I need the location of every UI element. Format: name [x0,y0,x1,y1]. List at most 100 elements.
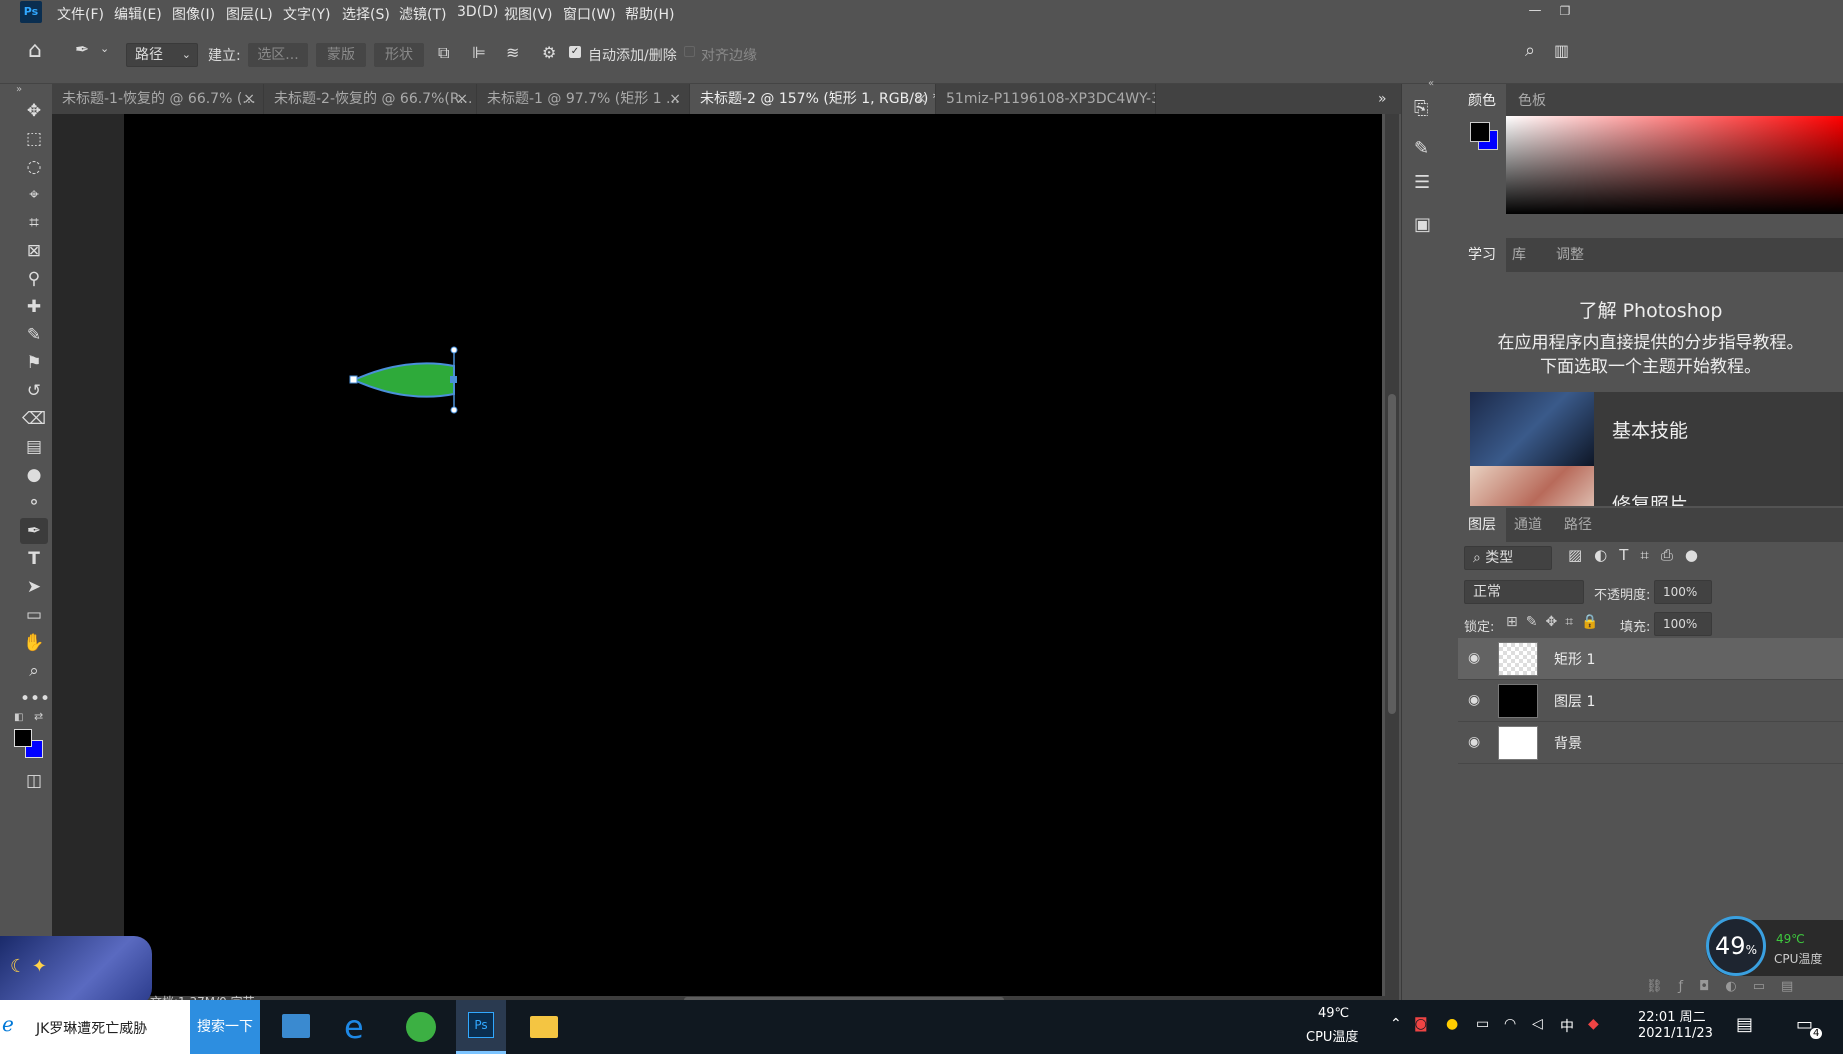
layers-footer-icons[interactable]: ⛓ƒ◘◐▭▤ [1646,979,1809,994]
close-icon[interactable]: × [915,84,927,114]
history-icon[interactable]: ⎘ [1414,98,1428,119]
brush-tool-icon[interactable]: ✎ [20,322,48,348]
home-icon[interactable]: ⌂ [28,38,42,63]
visibility-eye-icon[interactable]: ◉ [1468,734,1480,750]
quick-select-tool-icon[interactable]: ⌖ [20,182,48,208]
frame-tool-icon[interactable]: ⊠ [20,238,48,264]
pen-tool-icon[interactable]: ✒ [20,518,48,544]
battery-icon[interactable]: ▭ [1476,1016,1489,1032]
file-explorer-icon[interactable] [530,1016,558,1038]
menu-type[interactable]: 文字(Y) [283,4,330,24]
blur-tool-icon[interactable]: ● [20,462,48,488]
collapse-icon[interactable]: » [16,84,22,95]
tray-app-icon[interactable]: ● [1446,1016,1458,1032]
gradient-tool-icon[interactable]: ▤ [20,434,48,460]
menu-view[interactable]: 视图(V) [504,4,553,24]
lock-icons[interactable]: ⊞✎✥⌗🔒 [1506,614,1607,630]
rectangle-tool-icon[interactable]: ▭ [20,602,48,628]
tab-adjustments[interactable]: 调整 [1546,238,1594,272]
tab-channels[interactable]: 通道 [1504,508,1552,542]
color-picker-field[interactable] [1506,116,1843,214]
dodge-tool-icon[interactable]: ⚬ [20,490,48,516]
more-tools-icon[interactable]: ••• [20,686,50,712]
zoom-tool-icon[interactable]: ⌕ [20,658,48,684]
menu-3d[interactable]: 3D(D) [457,4,498,20]
tutorial-card-basic[interactable]: 基本技能 [1470,392,1843,466]
tab-doc-2[interactable]: 未标题-2-恢复的 @ 66.7%(R... × [264,84,477,114]
opacity-input[interactable]: 100% [1654,580,1712,604]
green-teardrop-shape[interactable] [351,362,455,398]
hand-tool-icon[interactable]: ✋ [20,630,48,656]
color-panel-foreground-swatch[interactable] [1470,122,1490,142]
blend-mode-select[interactable]: 正常 [1464,580,1584,604]
type-tool-icon[interactable]: T [20,546,48,572]
menu-filter[interactable]: 滤镜(T) [399,4,446,24]
layer-filter-select[interactable]: ⌕ 类型 [1464,546,1552,570]
chevron-down-icon[interactable]: ⌄ [100,42,109,55]
crop-tool-icon[interactable]: ⌗ [20,210,48,236]
pen-tool-preset-icon[interactable]: ✒ [75,40,89,60]
menu-select[interactable]: 选择(S) [342,4,390,24]
menu-layer[interactable]: 图层(L) [226,4,273,24]
anchor-point[interactable] [450,376,457,383]
path-operations-icon[interactable]: ⧉ [438,43,449,63]
menu-help[interactable]: 帮助(H) [625,4,674,24]
layer-row[interactable]: ◉ 图层 1 [1458,680,1843,722]
quick-mask-icon[interactable]: ◫ [20,768,48,794]
tray-app-icon[interactable]: ◙ [1414,1016,1428,1032]
path-alignment-icon[interactable]: ⊫ [472,43,486,62]
direction-handle[interactable] [450,406,458,414]
healing-brush-tool-icon[interactable]: ✚ [20,294,48,320]
menu-file[interactable]: 文件(F) [57,4,104,24]
tutorial-card-photo[interactable]: 修复照片 [1470,466,1843,506]
document-canvas[interactable] [124,114,1382,996]
anchor-point[interactable] [349,375,358,384]
news-box[interactable]: ℯ JK罗琳遭死亡威胁 [0,1000,190,1054]
notes-icon[interactable]: ▤ [1736,1014,1753,1035]
marquee-tool-icon[interactable]: ⬚ [20,126,48,152]
workspace-icon[interactable]: ▥ [1554,41,1569,60]
move-tool-icon[interactable]: ✥ [20,98,48,124]
visibility-eye-icon[interactable]: ◉ [1468,650,1480,666]
tabs-overflow-icon[interactable]: » [1372,84,1401,114]
history-brush-tool-icon[interactable]: ↺ [20,378,48,404]
swap-colors-icon[interactable]: ⇄ [34,710,43,723]
maximize-icon[interactable]: ❐ [1550,0,1580,26]
direction-handle[interactable] [450,346,458,354]
tab-layers[interactable]: 图层 [1458,508,1506,542]
eraser-tool-icon[interactable]: ⌫ [20,406,48,432]
make-selection-button[interactable]: 选区... [248,43,308,67]
fill-input[interactable]: 100% [1654,612,1712,636]
control-panel-icon[interactable] [282,1014,310,1038]
desktop-widget[interactable]: ☾ ✦ [0,936,152,1006]
foreground-color-swatch[interactable] [14,729,32,747]
menu-image[interactable]: 图像(I) [172,4,215,24]
ime-indicator[interactable]: 中 [1560,1016,1574,1036]
properties-icon[interactable]: ☰ [1414,172,1430,193]
tab-doc-active[interactable]: 未标题-2 @ 157% (矩形 1, RGB/8) * × [690,84,936,114]
scrollbar-thumb[interactable] [1388,394,1396,714]
close-icon[interactable]: × [669,84,681,114]
chevron-up-icon[interactable]: ⌃ [1390,1016,1402,1032]
menu-window[interactable]: 窗口(W) [563,4,616,24]
search-button[interactable]: 搜索一下 [190,1000,260,1054]
tab-paths[interactable]: 路径 [1554,508,1602,542]
lasso-tool-icon[interactable]: ◌ [20,154,48,180]
layer-row[interactable]: ◉ 背景 [1458,722,1843,764]
plugins-icon[interactable]: ▣ [1414,214,1431,235]
layer-filter-icons[interactable]: ▨◐T⌗⎙● [1568,546,1710,564]
minimize-icon[interactable]: — [1520,0,1550,26]
tab-doc-3[interactable]: 未标题-1 @ 97.7% (矩形 1 ... × [477,84,690,114]
gear-icon[interactable]: ⚙ [542,43,556,62]
menu-edit[interactable]: 编辑(E) [114,4,162,24]
taskbar-photoshop[interactable]: Ps [456,1000,506,1054]
path-selection-tool-icon[interactable]: ➤ [20,574,48,600]
make-mask-button[interactable]: 蒙版 [316,43,366,67]
tab-doc-1[interactable]: 未标题-1-恢复的 @ 66.7% (... × [52,84,264,114]
tab-doc-5[interactable]: 51miz-P1196108-XP3DC4WY-3840x... [936,84,1156,114]
tray-app-icon[interactable]: ◆ [1588,1016,1599,1032]
clone-stamp-tool-icon[interactable]: ⚑ [20,350,48,376]
browser-360-icon[interactable] [406,1012,436,1042]
make-shape-button[interactable]: 形状 [374,43,424,67]
visibility-eye-icon[interactable]: ◉ [1468,692,1480,708]
